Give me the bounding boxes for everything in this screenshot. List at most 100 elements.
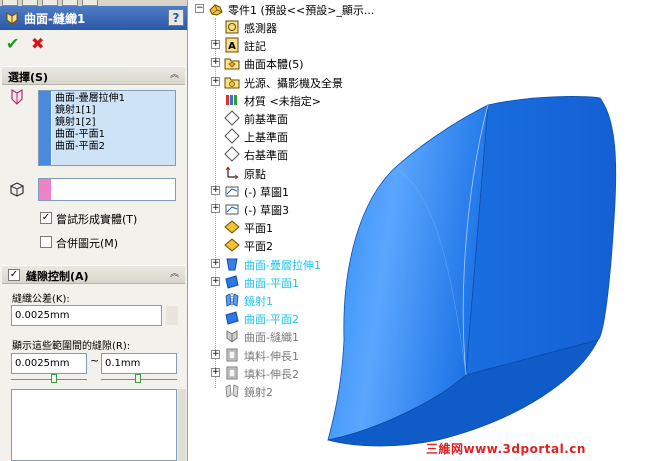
list-item[interactable]: 曲面-平面2 [55, 141, 175, 153]
plane-feature-icon [224, 220, 240, 234]
expand-toggle[interactable]: + [211, 185, 220, 195]
expand-toggle[interactable]: + [211, 349, 220, 359]
merge-entities-checkbox[interactable]: 合併圖元(M) [40, 235, 180, 250]
gap-range-max-slider[interactable] [101, 374, 177, 384]
part-icon [209, 4, 223, 16]
selections-group-header[interactable]: 選擇(S) ︽ [2, 66, 185, 85]
material-icon [226, 94, 237, 105]
knit-surface-icon [6, 12, 18, 25]
sketch-icon [225, 186, 239, 197]
surface-model-viewport[interactable] [318, 90, 638, 450]
tree-node-label: 平面2 [244, 240, 273, 254]
gap-control-group-header[interactable]: ✓ 縫隙控制(A) ︽ [2, 265, 185, 284]
tree-node-label: 右基準面 [244, 149, 288, 163]
collapse-chevron-icon[interactable]: ︽ [168, 268, 181, 281]
gap-control-checkbox[interactable]: ✓ [8, 269, 20, 281]
gap-range-max-input[interactable]: 0.1mm [101, 353, 177, 374]
tree-node-label: (-) 草圖1 [244, 185, 290, 199]
plane-icon [224, 146, 240, 163]
slider-thumb[interactable] [51, 374, 57, 383]
tree-node-label: 感測器 [244, 22, 277, 35]
surfaces-selection-list[interactable]: 曲面-疊層拉伸1 鏡射1[1] 鏡射1[2] 曲面-平面1 曲面-平面2 [38, 90, 176, 166]
tree-node-label: 鏡射2 [244, 386, 273, 399]
gap-range-label: 顯示這些範圍間的縫隙(R): [12, 341, 131, 352]
ok-button[interactable]: ✔ [6, 36, 19, 52]
tree-node-label: 填料-伸長1 [244, 349, 299, 363]
plane-icon [224, 110, 240, 126]
mirror-icon [225, 293, 239, 307]
tree-node-label: 平面1 [244, 222, 273, 236]
list-item[interactable]: 曲面-平面1 [55, 129, 175, 141]
lights-cameras-scene-icon [224, 77, 240, 89]
expand-toggle[interactable]: + [211, 258, 220, 268]
knit-surface-icon [226, 330, 238, 344]
list-item[interactable]: 鏡射1[1] [55, 105, 175, 117]
tree-node-label: 材質 <未指定> [244, 94, 321, 108]
tree-node-label: 光源、攝影機及全景 [244, 76, 343, 90]
list-item[interactable]: 曲面-疊層拉伸1 [55, 93, 175, 105]
sketch-icon [225, 204, 239, 215]
planar-surface-icon [225, 311, 239, 325]
selections-group-title: 選擇(S) [8, 71, 48, 84]
svg-text:A: A [228, 41, 236, 52]
tree-node-label: 原點 [244, 167, 266, 181]
expand-toggle[interactable]: + [211, 276, 220, 286]
expand-toggle[interactable]: + [211, 367, 220, 377]
tree-node-label: 曲面-平面2 [244, 313, 299, 327]
try-form-solid-label: 嘗試形成實體(T) [56, 213, 138, 226]
selection-color-bar [39, 179, 51, 200]
tree-node-label: 曲面-縫織1 [244, 331, 299, 345]
tolerance-input[interactable]: 0.0025mm [11, 305, 162, 326]
model-right-face [465, 96, 617, 376]
tree-node-label: 鏡射1 [244, 295, 273, 308]
solid-body-icon [10, 182, 24, 197]
extrude-icon [226, 348, 238, 362]
watermark-text: 三維网www.3dportal.cn [426, 442, 586, 456]
plane-feature-icon [224, 238, 240, 253]
tree-root-label: 零件1 (預設<<預設>_顯示... [228, 4, 375, 17]
expand-toggle[interactable]: + [211, 204, 220, 213]
selection-items: 曲面-疊層拉伸1 鏡射1[1] 鏡射1[2] 曲面-平面1 曲面-平面2 [52, 91, 175, 165]
help-button[interactable]: ? [168, 9, 184, 26]
checkbox-checked-icon[interactable]: ✓ [40, 212, 52, 224]
tree-node-label: (-) 草圖3 [244, 204, 290, 217]
tree-node-label: 曲面-疊層拉伸1 [244, 258, 321, 272]
origin-icon [225, 166, 239, 180]
property-manager-header: 曲面-縫織1 ? [0, 6, 187, 30]
tree-node-label: 註記 [244, 40, 266, 54]
slider-track [11, 379, 87, 380]
tree-node-label: 填料-伸長2 [244, 367, 299, 381]
merge-entities-label: 合併圖元(M) [56, 237, 119, 250]
sensor-icon [225, 20, 239, 34]
expand-toggle[interactable]: + [211, 40, 220, 50]
annotation-icon: A [225, 37, 239, 53]
gap-list-box[interactable] [11, 389, 177, 461]
try-form-solid-checkbox[interactable]: ✓ 嘗試形成實體(T) [40, 211, 180, 226]
tree-node-label: 曲面-平面1 [244, 276, 299, 290]
mirror-feature-icon [225, 384, 239, 398]
tolerance-spin-placeholder [166, 306, 178, 325]
range-separator: ~ [90, 354, 100, 367]
collapse-toggle[interactable]: − [195, 4, 204, 13]
plane-icon [224, 128, 240, 144]
planar-surface-icon [225, 275, 239, 289]
tree-node-label: 上基準面 [244, 131, 288, 145]
slider-thumb[interactable] [135, 374, 141, 383]
gap-range-min-slider[interactable] [11, 374, 87, 384]
list-item[interactable]: 鏡射1[2] [55, 117, 175, 129]
loft-surface-icon [226, 258, 238, 271]
tolerance-label: 縫織公差(K): [12, 294, 70, 305]
expand-toggle[interactable]: + [211, 58, 220, 68]
gap-range-min-input[interactable]: 0.0025mm [11, 353, 87, 374]
checkbox-unchecked-icon[interactable] [40, 236, 52, 248]
extrude-icon [226, 366, 238, 380]
surface-bodies-folder-icon [224, 58, 240, 70]
cancel-button[interactable]: ✖ [31, 36, 44, 52]
collapse-chevron-icon[interactable]: ︽ [168, 69, 181, 82]
tree-node-label: 前基準面 [244, 113, 288, 126]
panel-scrollbar[interactable] [178, 389, 186, 461]
gap-control-group-title: 縫隙控制(A) [26, 270, 89, 283]
solid-selection-box[interactable] [38, 178, 176, 201]
property-manager-panel: 曲面-縫織1 ? ✔ ✖ 選擇(S) ︽ 曲面-疊層拉伸1 鏡射1[1] 鏡射1… [0, 0, 188, 461]
expand-toggle[interactable]: + [211, 76, 220, 86]
